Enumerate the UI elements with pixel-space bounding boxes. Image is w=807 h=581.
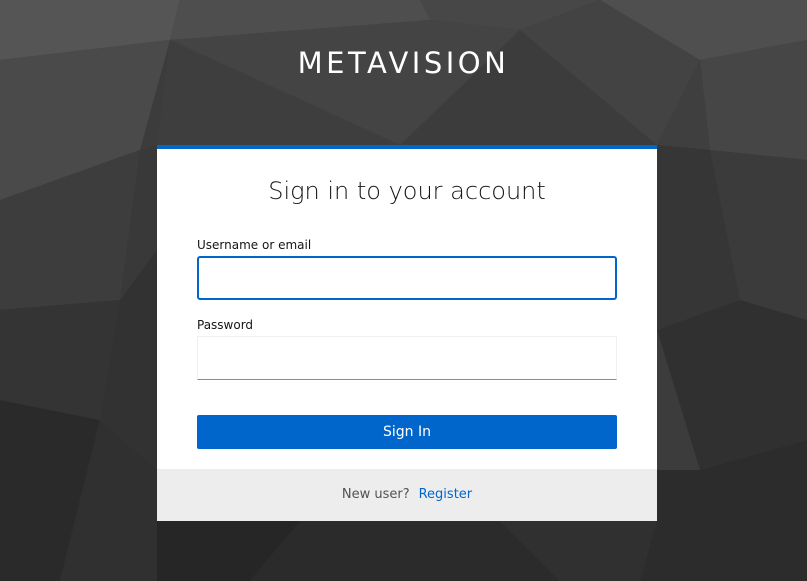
username-label: Username or email [197, 238, 312, 252]
register-footer: New user? Register [157, 469, 657, 521]
username-input[interactable] [197, 256, 617, 300]
register-link[interactable]: Register [419, 487, 473, 502]
brand-logo-text: METAVISION [297, 46, 510, 80]
password-input[interactable] [197, 336, 617, 380]
sign-in-button[interactable]: Sign In [197, 415, 617, 449]
page-title: Sign in to your account [268, 177, 546, 205]
new-user-text: New user? [341, 487, 410, 502]
password-label: Password [197, 318, 254, 332]
login-card: Sign in to your account Username or emai… [157, 145, 657, 521]
